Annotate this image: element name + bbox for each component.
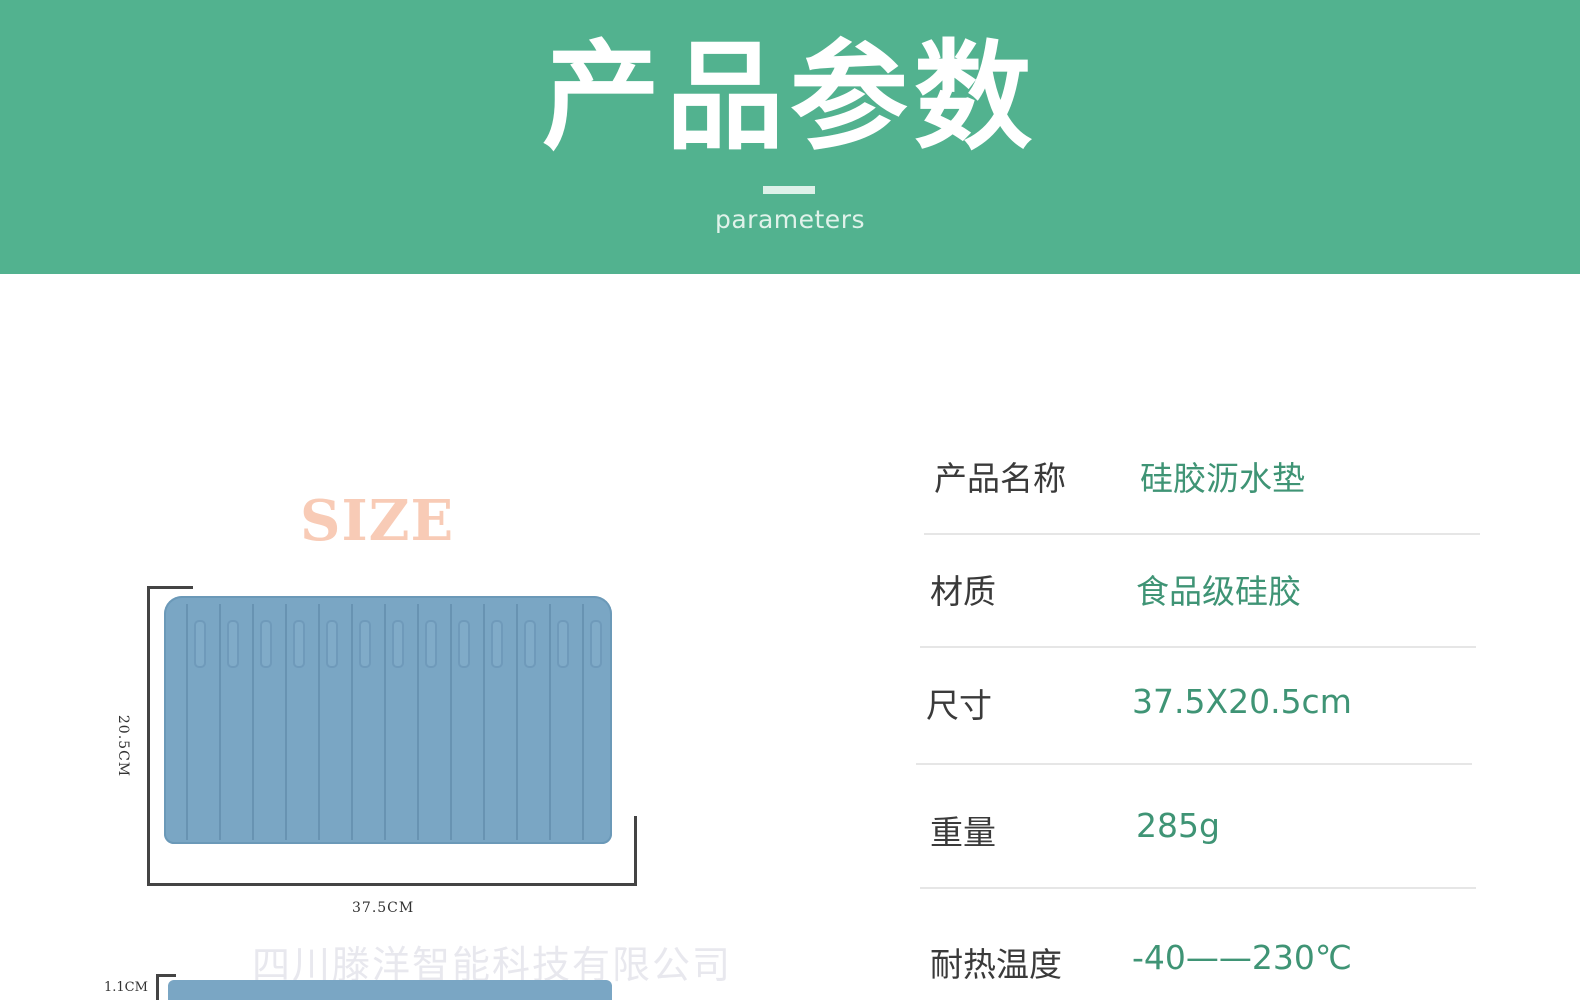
drain-mat-image bbox=[164, 596, 612, 844]
mat-fold-line bbox=[549, 604, 551, 840]
mat-drain-slot bbox=[557, 620, 569, 668]
mat-fold-line bbox=[318, 604, 320, 840]
mat-fold-line bbox=[186, 604, 188, 840]
title-divider bbox=[763, 186, 815, 194]
page-title: 产品参数 bbox=[541, 28, 1038, 166]
mat-fold-line bbox=[384, 604, 386, 840]
mat-fold-line bbox=[417, 604, 419, 840]
mat-fold-line bbox=[582, 604, 584, 840]
mat-drain-slot bbox=[293, 620, 305, 668]
param-label-weight: 重量 bbox=[930, 813, 996, 852]
mat-drain-slot bbox=[458, 620, 470, 668]
param-value-material: 食品级硅胶 bbox=[1136, 572, 1301, 611]
mat-drain-slot bbox=[491, 620, 503, 668]
mat-drain-slot bbox=[227, 620, 239, 668]
mat-drain-slot bbox=[590, 620, 602, 668]
thickness-dimension-label: 1.1CM bbox=[104, 980, 148, 995]
param-label-size: 尺寸 bbox=[926, 686, 992, 725]
height-dimension-label: 20.5CM bbox=[115, 714, 132, 778]
size-label: SIZE bbox=[300, 488, 455, 554]
param-label-material: 材质 bbox=[930, 572, 996, 611]
param-divider bbox=[920, 887, 1476, 889]
mat-drain-slot bbox=[260, 620, 272, 668]
mat-fold-line bbox=[483, 604, 485, 840]
param-divider bbox=[924, 533, 1480, 535]
param-divider bbox=[916, 763, 1472, 765]
param-value-weight: 285g bbox=[1136, 806, 1220, 845]
width-dimension-label: 37.5CM bbox=[352, 900, 415, 916]
mat-fold-line bbox=[252, 604, 254, 840]
param-value-name: 硅胶沥水垫 bbox=[1140, 459, 1305, 498]
mat-fold-line bbox=[285, 604, 287, 840]
mat-drain-slot bbox=[392, 620, 404, 668]
param-label-name: 产品名称 bbox=[934, 459, 1066, 498]
mat-drain-slot bbox=[326, 620, 338, 668]
param-divider bbox=[920, 646, 1476, 648]
param-value-size: 37.5X20.5cm bbox=[1132, 682, 1352, 721]
page-subtitle: parameters bbox=[714, 205, 865, 234]
mat-drain-slot bbox=[524, 620, 536, 668]
drain-mat-side-image bbox=[168, 980, 612, 1000]
param-label-heat: 耐热温度 bbox=[930, 945, 1062, 984]
mat-drain-slot bbox=[359, 620, 371, 668]
mat-drain-slot bbox=[425, 620, 437, 668]
mat-fold-line bbox=[351, 604, 353, 840]
header-banner: 产品参数 parameters bbox=[0, 0, 1580, 274]
mat-fold-line bbox=[516, 604, 518, 840]
mat-fold-line bbox=[219, 604, 221, 840]
mat-drain-slot bbox=[194, 620, 206, 668]
mat-fold-line bbox=[450, 604, 452, 840]
param-value-heat: -40——230℃ bbox=[1132, 938, 1352, 977]
